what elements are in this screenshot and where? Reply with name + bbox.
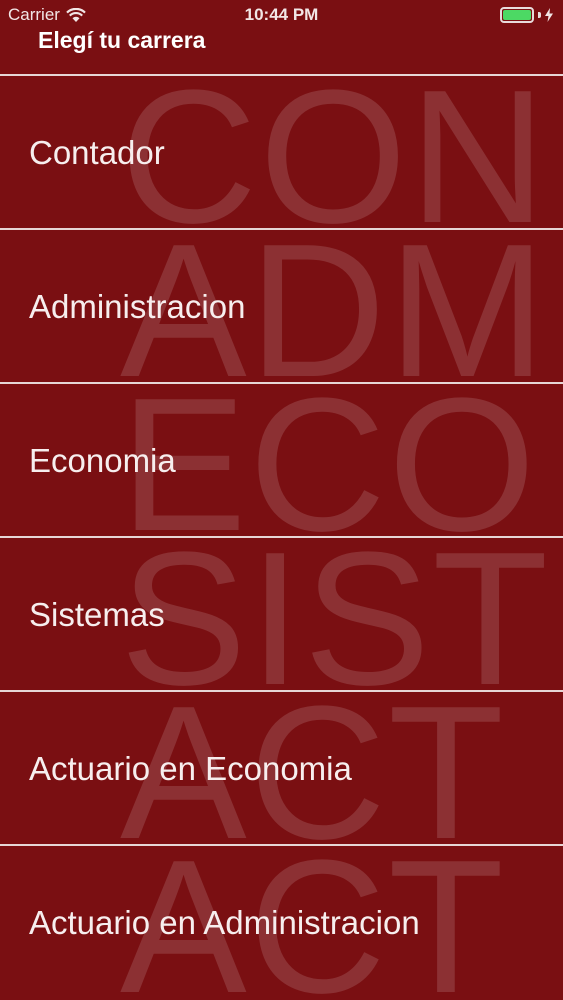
career-item-actuario-administracion[interactable]: ACT Actuario en Administracion xyxy=(0,844,563,998)
charging-bolt-icon xyxy=(545,8,553,22)
career-label: Actuario en Economia xyxy=(29,750,352,787)
career-item-actuario-economia[interactable]: ACT Actuario en Economia xyxy=(0,690,563,844)
nav-header: Elegí tu carrera xyxy=(0,22,563,74)
career-label: Contador xyxy=(29,134,165,171)
career-item-contador[interactable]: CON Contador xyxy=(0,74,563,228)
battery-fill xyxy=(503,10,531,20)
battery-indicator xyxy=(500,7,553,23)
career-label: Economia xyxy=(29,442,176,479)
career-item-administracion[interactable]: ADM Administracion xyxy=(0,228,563,382)
career-watermark: ECO xyxy=(120,382,538,536)
career-label: Actuario en Administracion xyxy=(29,904,420,941)
career-watermark: SIST xyxy=(120,536,551,690)
career-watermark: CON xyxy=(120,74,549,228)
career-list: CON Contador ADM Administracion ECO Econ… xyxy=(0,74,563,998)
career-label: Administracion xyxy=(29,288,246,325)
battery-cap xyxy=(538,12,541,18)
career-item-sistemas[interactable]: SIST Sistemas xyxy=(0,536,563,690)
page-title: Elegí tu carrera xyxy=(38,27,206,53)
career-label: Sistemas xyxy=(29,596,165,633)
career-item-economia[interactable]: ECO Economia xyxy=(0,382,563,536)
battery-icon xyxy=(500,7,534,23)
